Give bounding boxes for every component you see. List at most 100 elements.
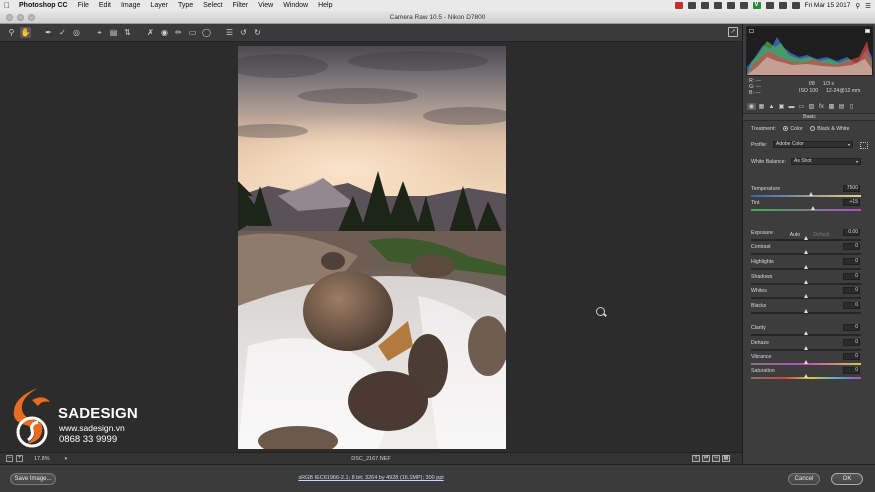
graduated-filter-icon[interactable]: ▭ [187, 27, 198, 38]
tray-box-icon[interactable] [739, 2, 748, 9]
menu-select[interactable]: Select [198, 2, 227, 9]
tab-snapshots-icon[interactable]: ▯ [847, 103, 856, 110]
swap-settings-icon[interactable]: ⇄ [702, 455, 710, 462]
target-adjust-icon[interactable]: ◎ [71, 27, 82, 38]
notification-center-icon[interactable]: ☰ [865, 2, 871, 10]
white-balance-icon[interactable]: ✒ [43, 27, 54, 38]
saturation-slider-thumb[interactable] [803, 374, 808, 378]
contrast-value-field[interactable]: 0 [843, 243, 860, 250]
tray-wifi-icon[interactable] [765, 2, 774, 9]
menu-app-name[interactable]: Photoshop CC [14, 2, 73, 9]
dehaze-value-field[interactable]: 0 [843, 339, 860, 346]
tab-transform-icon[interactable]: ▧ [807, 103, 816, 110]
tab-split-toning-icon[interactable]: ▬ [787, 103, 796, 110]
blacks-slider-thumb[interactable] [803, 309, 808, 313]
zoom-icon[interactable]: ⚲ [6, 27, 17, 38]
menu-type[interactable]: Type [173, 2, 198, 9]
workflow-options-link[interactable]: sRGB IEC61966-2.1; 8 bit; 3264 by 4928 (… [0, 475, 742, 481]
radio-color-icon[interactable] [783, 126, 789, 132]
color-sampler-icon[interactable]: ✓ [57, 27, 68, 38]
tray-volume-icon[interactable] [778, 2, 787, 9]
menu-image[interactable]: Image [116, 2, 145, 9]
treatment-bw-option[interactable]: Black & White [810, 126, 850, 132]
tab-lens-icon[interactable]: ▭ [797, 103, 806, 110]
exposure-slider-thumb[interactable] [803, 236, 808, 240]
temperature-slider-track[interactable] [751, 195, 861, 197]
vibrance-slider-thumb[interactable] [803, 360, 808, 364]
dehaze-slider-thumb[interactable] [803, 346, 808, 350]
profile-browser-icon[interactable] [860, 142, 868, 149]
tray-battery-icon[interactable] [791, 2, 800, 9]
blacks-value-field[interactable]: 0 [843, 302, 860, 309]
tray-app-icon[interactable] [674, 2, 683, 9]
adjustment-brush-icon[interactable]: ✏ [173, 27, 184, 38]
close-window-icon[interactable] [6, 14, 13, 21]
highlights-slider-thumb[interactable] [803, 265, 808, 269]
shadows-slider-thumb[interactable] [803, 280, 808, 284]
fullscreen-toggle-icon[interactable]: ↗ [728, 27, 738, 37]
menu-edit[interactable]: Edit [94, 2, 116, 9]
saturation-value-field[interactable]: 0 [843, 367, 860, 374]
shadow-clipping-icon[interactable] [749, 29, 754, 33]
menu-window[interactable]: Window [278, 2, 313, 9]
temperature-slider-thumb[interactable] [809, 192, 813, 196]
tab-tone-curve-icon[interactable]: ▦ [757, 103, 766, 110]
tray-sync-icon[interactable] [700, 2, 709, 9]
tray-display-icon[interactable] [726, 2, 735, 9]
spot-removal-icon[interactable]: ✗ [145, 27, 156, 38]
tab-detail-icon[interactable]: ▲ [767, 103, 776, 110]
whites-slider-thumb[interactable] [803, 294, 808, 298]
hand-icon[interactable]: ✋ [20, 27, 31, 38]
white-balance-dropdown[interactable]: As Shot ▾ [791, 158, 861, 165]
tab-hsl-icon[interactable]: ▣ [777, 103, 786, 110]
menu-filter[interactable]: Filter [228, 2, 254, 9]
temperature-value-field[interactable]: 7500 [843, 185, 860, 192]
treatment-color-option[interactable]: Color [783, 126, 803, 132]
cancel-button[interactable]: Cancel [788, 473, 820, 485]
clarity-value-field[interactable]: 0 [843, 324, 860, 331]
tab-effects-icon[interactable]: fx [817, 103, 826, 110]
menu-help[interactable]: Help [313, 2, 337, 9]
tab-calibration-icon[interactable]: ▩ [827, 103, 836, 110]
radial-filter-icon[interactable]: ◯ [201, 27, 212, 38]
toggle-defaults-icon[interactable]: ▦ [722, 455, 730, 462]
radio-bw-icon[interactable] [810, 126, 816, 132]
tray-cloud-icon[interactable] [713, 2, 722, 9]
crop-icon[interactable]: ⌖ [94, 27, 105, 38]
highlight-clipping-icon[interactable] [865, 29, 870, 33]
menu-file[interactable]: File [73, 2, 94, 9]
profile-dropdown[interactable]: Adobe Color ▾ [773, 141, 853, 148]
contrast-slider-thumb[interactable] [803, 250, 808, 254]
menu-layer[interactable]: Layer [145, 2, 173, 9]
auto-button[interactable]: Auto [790, 232, 800, 238]
tint-value-field[interactable]: +15 [843, 199, 860, 206]
menu-view[interactable]: View [253, 2, 278, 9]
copy-settings-icon[interactable]: ↪ [712, 455, 720, 462]
default-button[interactable]: Default [813, 232, 829, 238]
zoom-window-icon[interactable] [28, 14, 35, 21]
spotlight-icon[interactable]: ⚲ [855, 2, 860, 10]
rotate-left-icon[interactable]: ↺ [238, 27, 249, 38]
tab-basic-icon[interactable]: ◉ [747, 103, 756, 110]
shadows-value-field[interactable]: 0 [843, 273, 860, 280]
tint-slider-thumb[interactable] [811, 206, 816, 210]
minimize-window-icon[interactable] [17, 14, 24, 21]
clarity-slider-thumb[interactable] [803, 331, 808, 335]
before-after-icon[interactable]: Y [692, 455, 700, 462]
highlights-value-field[interactable]: 0 [843, 258, 860, 265]
ok-button[interactable]: OK [831, 473, 863, 485]
tab-presets-icon[interactable]: ▤ [837, 103, 846, 110]
transform-icon[interactable]: ⇅ [122, 27, 133, 38]
red-eye-icon[interactable]: ◉ [159, 27, 170, 38]
rotate-right-icon[interactable]: ↻ [252, 27, 263, 38]
preferences-icon[interactable]: ☰ [224, 27, 235, 38]
straighten-icon[interactable]: ▤ [108, 27, 119, 38]
tint-slider-track[interactable] [751, 209, 861, 211]
whites-value-field[interactable]: 0 [843, 287, 860, 294]
menubar-clock[interactable]: Fri Mar 15 2017 [805, 2, 851, 9]
exposure-value-field[interactable]: 0.00 [843, 229, 860, 236]
apple-icon[interactable]:  [0, 1, 14, 10]
tray-v-icon[interactable]: V [752, 2, 761, 9]
tray-dropbox-icon[interactable] [687, 2, 696, 9]
vibrance-value-field[interactable]: 0 [843, 353, 860, 360]
